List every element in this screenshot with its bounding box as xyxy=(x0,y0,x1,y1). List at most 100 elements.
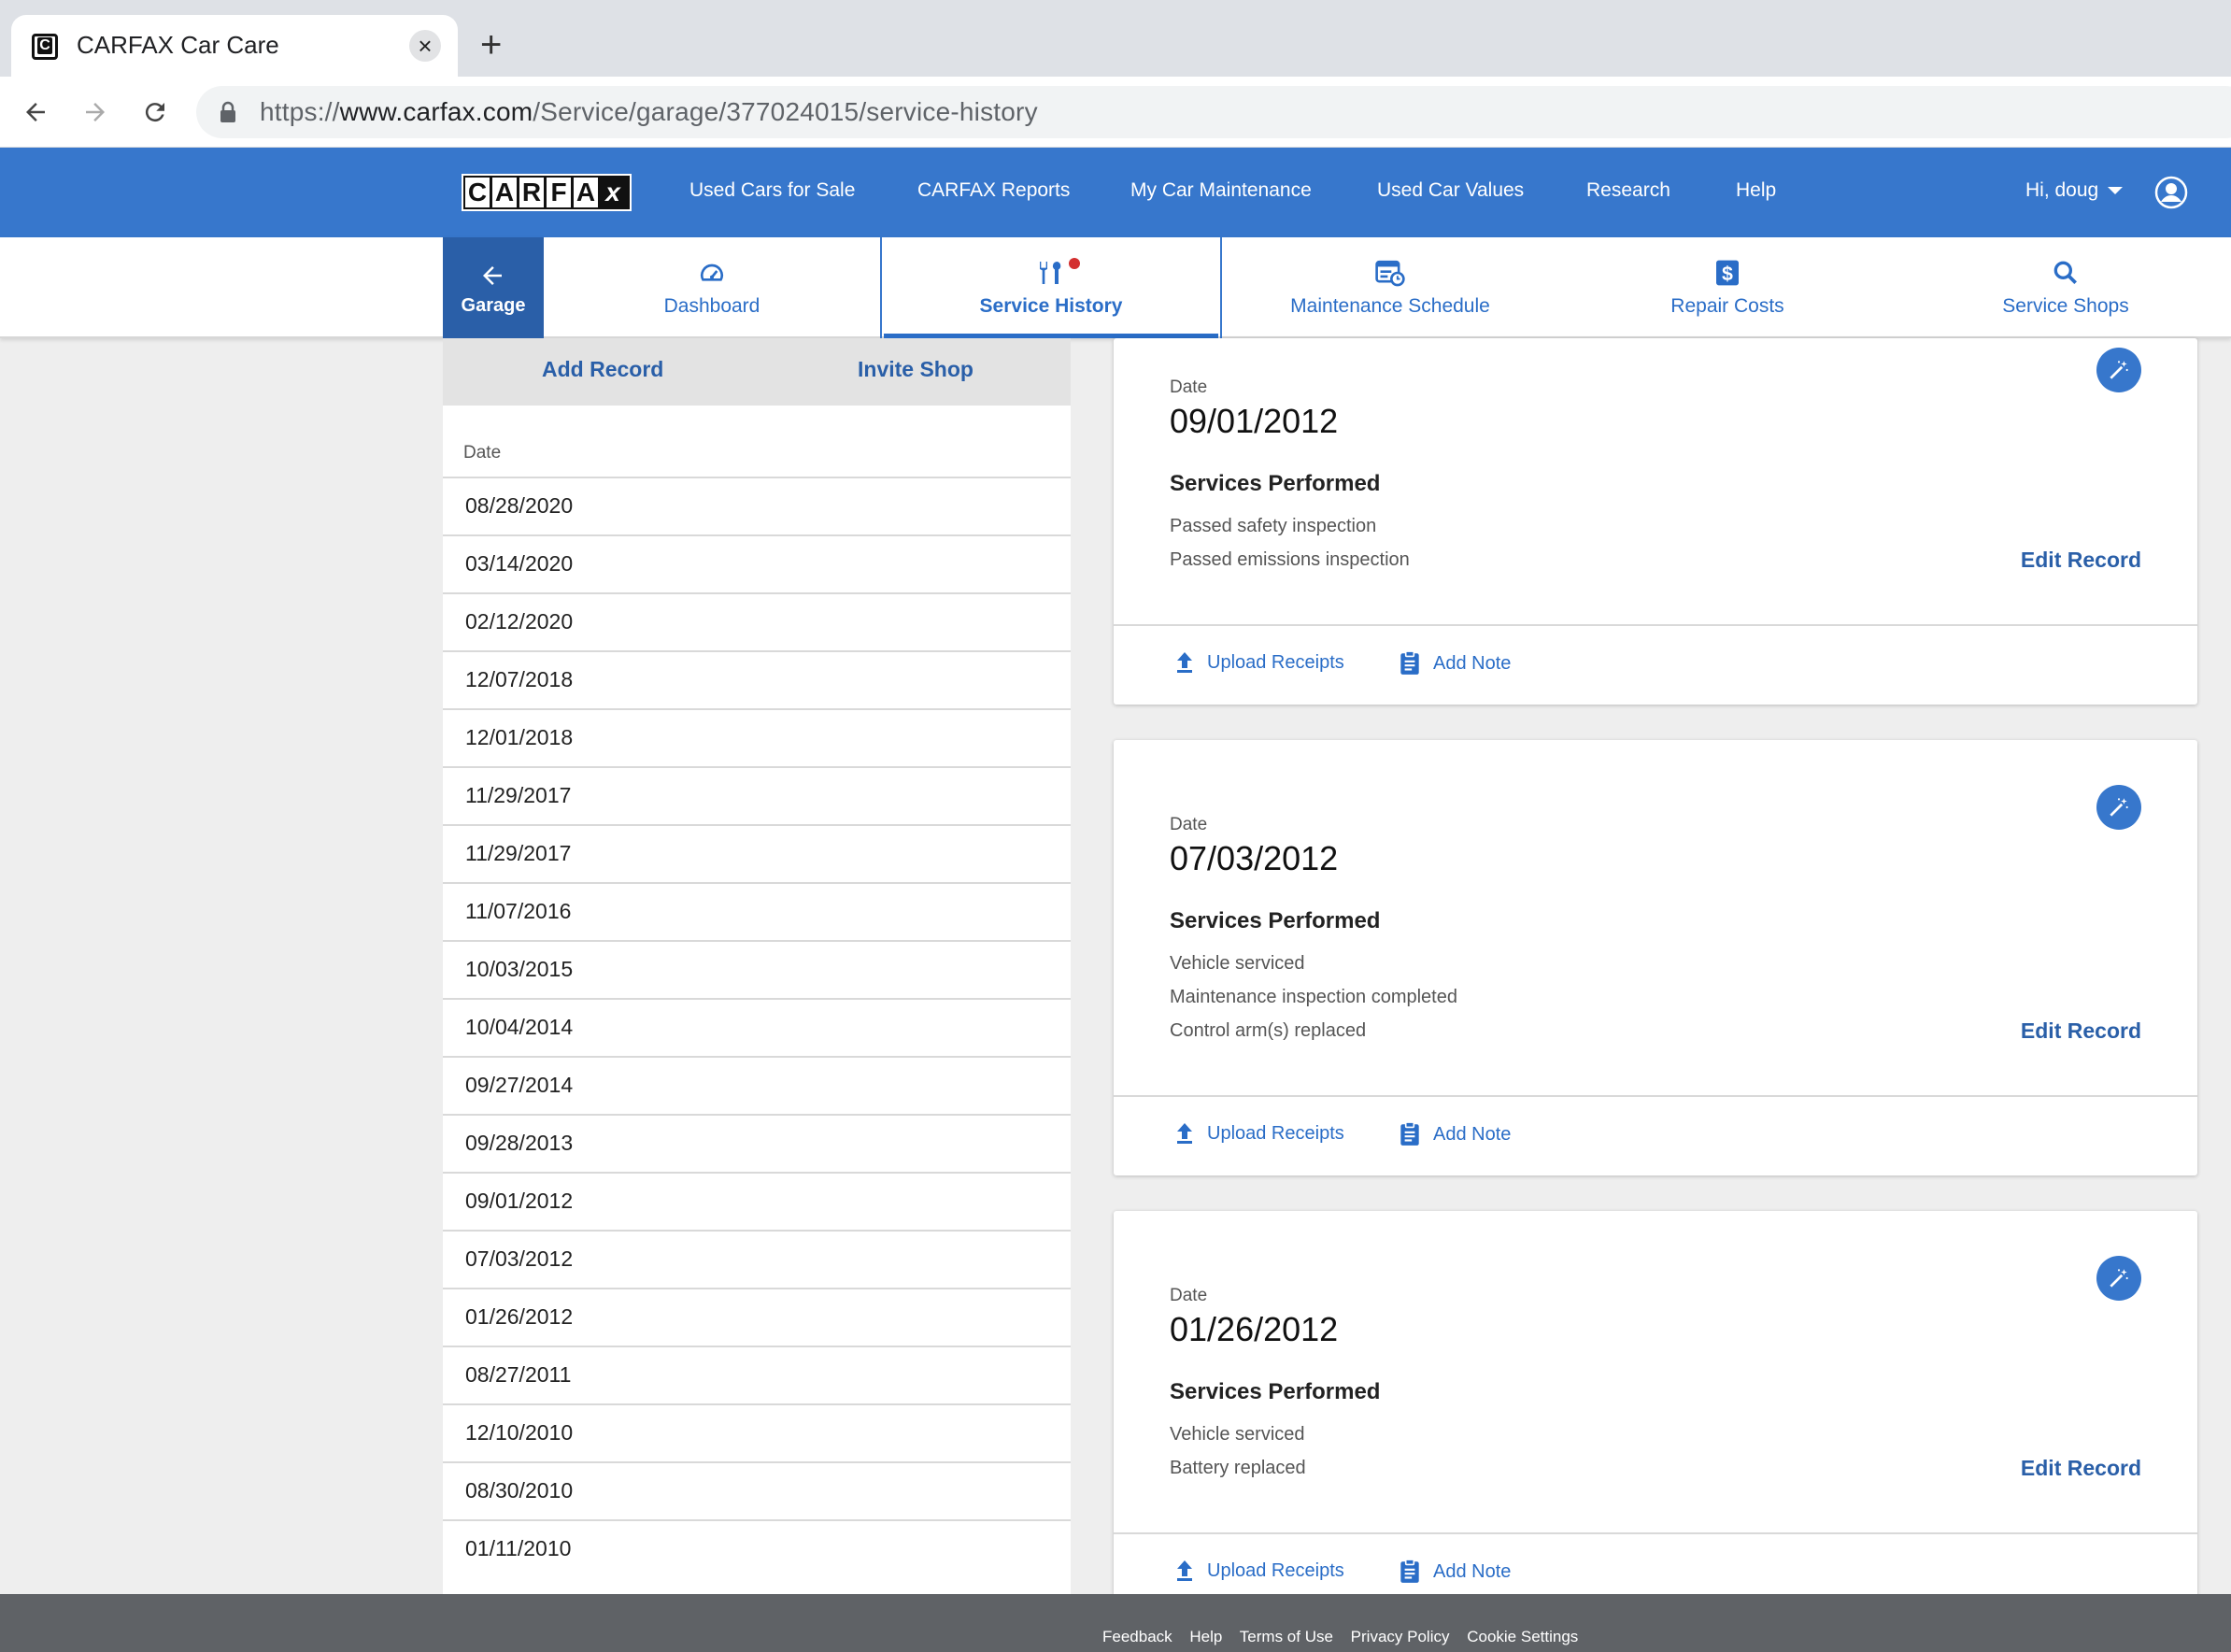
date-list-item[interactable]: 12/01/2018 xyxy=(443,708,1071,766)
clipboard-icon xyxy=(1400,1121,1419,1146)
date-list-item[interactable]: 02/12/2020 xyxy=(443,592,1071,650)
logo-letter: C xyxy=(465,178,490,207)
card-divider xyxy=(1114,1095,2197,1097)
footer-links: Feedback Help Terms of Use Privacy Polic… xyxy=(1102,1628,1591,1646)
edit-record-button[interactable]: Edit Record xyxy=(2021,1456,2141,1481)
footer-help-link[interactable]: Help xyxy=(1189,1628,1222,1645)
service-item: Control arm(s) replaced xyxy=(1170,1020,1367,1041)
tools-icon xyxy=(1036,258,1066,292)
record-date: 09/01/2012 xyxy=(1170,402,1339,440)
account-icon[interactable] xyxy=(2154,176,2188,214)
new-tab-icon[interactable]: + xyxy=(480,26,502,64)
add-record-button[interactable]: Add Record xyxy=(542,357,663,382)
user-greeting: Hi, doug xyxy=(2025,179,2099,201)
footer-feedback-link[interactable]: Feedback xyxy=(1102,1628,1172,1645)
date-list-item[interactable]: 01/26/2012 xyxy=(443,1288,1071,1346)
date-list-item[interactable]: 09/01/2012 xyxy=(443,1172,1071,1230)
date-column-header: Date xyxy=(463,443,502,463)
magic-wand-icon[interactable] xyxy=(2096,348,2141,392)
date-list-item[interactable]: 11/07/2016 xyxy=(443,882,1071,940)
service-record-card: Date 07/03/2012 Services Performed Vehic… xyxy=(1114,740,2197,1175)
date-list-item[interactable]: 10/04/2014 xyxy=(443,998,1071,1056)
upload-icon xyxy=(1177,1560,1192,1581)
add-note-button[interactable]: Add Note xyxy=(1398,1121,1511,1147)
notification-dot xyxy=(1069,258,1080,269)
add-note-button[interactable]: Add Note xyxy=(1398,650,1511,676)
date-list-item[interactable]: 10/03/2015 xyxy=(443,940,1071,998)
service-item: Battery replaced xyxy=(1170,1458,1306,1478)
upload-receipts-button[interactable]: Upload Receipts xyxy=(1173,650,1344,675)
service-item: Passed emissions inspection xyxy=(1170,549,1410,570)
upload-receipts-label: Upload Receipts xyxy=(1207,1559,1344,1581)
tab-repair-costs[interactable]: $ Repair Costs xyxy=(1558,237,1897,338)
date-list-item[interactable]: 08/27/2011 xyxy=(443,1346,1071,1403)
date-label: Date xyxy=(1170,377,1208,397)
add-note-button[interactable]: Add Note xyxy=(1398,1559,1511,1585)
date-list-item[interactable]: 08/30/2010 xyxy=(443,1461,1071,1519)
tab-service-history[interactable]: Service History xyxy=(880,237,1222,338)
date-list-item[interactable]: 03/14/2020 xyxy=(443,534,1071,592)
date-list-item[interactable]: 12/10/2010 xyxy=(443,1403,1071,1461)
svg-text:$: $ xyxy=(1722,263,1733,285)
garage-label: Garage xyxy=(461,295,526,316)
footer-terms-link[interactable]: Terms of Use xyxy=(1240,1628,1333,1645)
nav-carfax-reports[interactable]: CARFAX Reports xyxy=(917,179,1070,202)
logo-letter: x xyxy=(601,178,625,207)
garage-back-button[interactable]: Garage xyxy=(443,237,544,338)
service-item: Passed safety inspection xyxy=(1170,516,1377,536)
calendar-clock-icon xyxy=(1374,258,1406,292)
nav-my-car-maintenance[interactable]: My Car Maintenance xyxy=(1130,179,1312,202)
nav-used-car-values[interactable]: Used Car Values xyxy=(1377,179,1524,202)
date-list-item[interactable]: 09/28/2013 xyxy=(443,1114,1071,1172)
service-item: Vehicle serviced xyxy=(1170,953,1305,974)
upload-receipts-button[interactable]: Upload Receipts xyxy=(1173,1559,1344,1583)
invite-shop-button[interactable]: Invite Shop xyxy=(858,357,973,382)
upload-receipts-label: Upload Receipts xyxy=(1207,1122,1344,1144)
forward-arrow-icon[interactable] xyxy=(75,92,116,133)
carfax-logo[interactable]: C A R F A x xyxy=(462,174,632,211)
upload-receipts-button[interactable]: Upload Receipts xyxy=(1173,1121,1344,1146)
tab-label: Service Shops xyxy=(2002,295,2129,317)
tab-dashboard[interactable]: Dashboard xyxy=(544,237,880,338)
date-list-item[interactable]: 08/28/2020 xyxy=(443,477,1071,534)
nav-research[interactable]: Research xyxy=(1586,179,1670,202)
browser-tab[interactable]: CARFAX Car Care × xyxy=(11,15,458,77)
record-actions-bar: Add Record Invite Shop xyxy=(443,338,1071,406)
tab-label: Maintenance Schedule xyxy=(1290,295,1490,317)
back-arrow-icon[interactable] xyxy=(15,92,56,133)
date-list-item[interactable]: 12/07/2018 xyxy=(443,650,1071,708)
carfax-favicon-icon xyxy=(32,34,58,60)
date-list-item[interactable]: 01/11/2010 xyxy=(443,1519,1071,1577)
footer-cookie-settings-link[interactable]: Cookie Settings xyxy=(1467,1628,1578,1645)
service-record-card: Date 01/26/2012 Services Performed Vehic… xyxy=(1114,1211,2197,1613)
magic-wand-icon[interactable] xyxy=(2096,1256,2141,1301)
add-note-label: Add Note xyxy=(1433,1560,1512,1582)
close-tab-icon[interactable]: × xyxy=(409,30,441,62)
user-menu[interactable]: Hi, doug xyxy=(2025,179,2124,202)
lock-icon xyxy=(219,101,237,128)
site-header: C A R F A x Used Cars for Sale CARFAX Re… xyxy=(0,148,2231,237)
reload-icon[interactable] xyxy=(135,92,176,133)
nav-used-cars-for-sale[interactable]: Used Cars for Sale xyxy=(689,179,855,202)
edit-record-button[interactable]: Edit Record xyxy=(2021,548,2141,573)
nav-help[interactable]: Help xyxy=(1736,179,1776,202)
magic-wand-icon[interactable] xyxy=(2096,785,2141,830)
date-list: 08/28/2020 03/14/2020 02/12/2020 12/07/2… xyxy=(443,477,1071,1577)
tab-title: CARFAX Car Care xyxy=(77,31,279,59)
tab-maintenance-schedule[interactable]: Maintenance Schedule xyxy=(1222,237,1558,338)
edit-record-button[interactable]: Edit Record xyxy=(2021,1018,2141,1044)
date-list-item[interactable]: 11/29/2017 xyxy=(443,766,1071,824)
date-label: Date xyxy=(1170,815,1208,834)
add-note-label: Add Note xyxy=(1433,1123,1512,1145)
footer-privacy-link[interactable]: Privacy Policy xyxy=(1351,1628,1450,1645)
address-bar[interactable]: https://www.carfax.com/Service/garage/37… xyxy=(196,86,2231,138)
card-divider xyxy=(1114,1532,2197,1534)
date-list-item[interactable]: 11/29/2017 xyxy=(443,824,1071,882)
upload-icon xyxy=(1177,652,1192,673)
tab-label: Repair Costs xyxy=(1670,295,1784,317)
logo-letter: F xyxy=(547,178,571,207)
date-list-item[interactable]: 09/27/2014 xyxy=(443,1056,1071,1114)
tab-service-shops[interactable]: Service Shops xyxy=(1897,237,2231,338)
date-list-item[interactable]: 07/03/2012 xyxy=(443,1230,1071,1288)
chevron-down-icon xyxy=(2108,187,2124,195)
